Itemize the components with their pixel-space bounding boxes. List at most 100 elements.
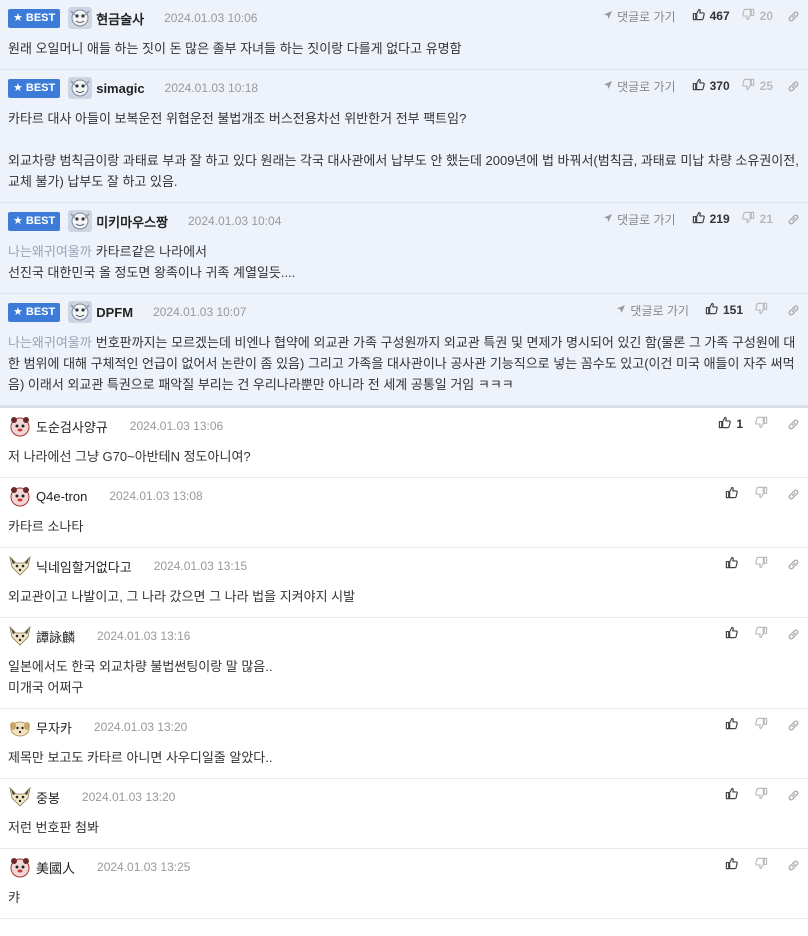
go-to-comment-label: 댓글로 가기 [617, 212, 676, 227]
thumbs-down-icon [755, 556, 773, 572]
like-button[interactable]: 370 [692, 78, 730, 94]
comment-date: 2024.01.03 13:16 [97, 629, 191, 643]
go-to-comment-link[interactable]: 댓글로 가기 [603, 78, 676, 95]
send-arrow-icon [603, 9, 617, 23]
comment-body: 저런 번호판 첨봐 [8, 817, 800, 838]
dislike-button[interactable] [755, 857, 773, 873]
dislike-button[interactable] [755, 486, 773, 502]
like-count: 151 [722, 303, 743, 317]
best-badge-label: BEST [25, 215, 56, 227]
avatar[interactable] [68, 7, 93, 29]
link-icon[interactable] [787, 859, 800, 872]
comment: 美國人 2024.01.03 13:25 캬 [0, 849, 808, 919]
link-icon[interactable] [787, 558, 800, 571]
comment: 무자카 2024.01.03 13:20 제목만 보고도 카타르 아니면 사우디일줄… [0, 709, 808, 779]
comment-text-line: 저런 번호판 첨봐 [8, 817, 800, 838]
dislike-button[interactable] [755, 302, 773, 318]
author-nickname[interactable]: 닉네임할거없다고 [36, 557, 132, 576]
comment-body: 저 나라에선 그냥 G70~아반테N 정도아니여? [8, 446, 800, 467]
author-nickname[interactable]: simagic [96, 81, 144, 96]
comment-date: 2024.01.03 10:07 [153, 305, 247, 319]
link-icon[interactable] [787, 789, 800, 802]
author-nickname[interactable]: 譚詠麟 [36, 627, 75, 646]
dislike-button[interactable]: 21 [741, 211, 773, 227]
like-button[interactable] [725, 626, 743, 642]
avatar[interactable] [8, 716, 32, 738]
go-to-comment-link[interactable]: 댓글로 가기 [603, 8, 676, 25]
link-icon[interactable] [787, 628, 800, 641]
link-icon[interactable] [787, 488, 800, 501]
thumbs-down-icon [755, 416, 773, 432]
dislike-button[interactable]: 25 [741, 78, 773, 94]
comment-body: 원래 오일머니 애들 하는 짓이 돈 많은 졸부 자녀들 하는 짓이랑 다를게 … [8, 38, 800, 59]
author-nickname[interactable]: 미키마우스짱 [96, 212, 168, 231]
comment-text-line: 제목만 보고도 카타르 아니면 사우디일줄 알았다.. [8, 747, 800, 768]
author-nickname[interactable]: 중봉 [36, 788, 60, 807]
avatar[interactable] [68, 210, 93, 232]
dislike-button[interactable] [755, 626, 773, 642]
dislike-button[interactable] [755, 556, 773, 572]
dislike-button[interactable]: 20 [741, 8, 773, 24]
like-count: 467 [709, 9, 730, 23]
like-count: 219 [709, 212, 730, 226]
avatar[interactable] [68, 301, 93, 323]
like-button[interactable] [725, 717, 743, 733]
comment-date: 2024.01.03 13:15 [153, 559, 248, 573]
go-to-comment-link[interactable]: 댓글로 가기 [603, 211, 676, 228]
comment-actions [725, 625, 800, 643]
like-button[interactable] [725, 857, 743, 873]
author-nickname[interactable]: 도순검사양규 [36, 417, 108, 436]
go-to-comment-label: 댓글로 가기 [617, 9, 676, 24]
comment-header: 美國人 2024.01.03 13:25 [8, 856, 800, 878]
avatar[interactable] [8, 485, 32, 507]
link-icon[interactable] [787, 80, 800, 93]
comment-date: 2024.01.03 10:04 [187, 214, 282, 228]
dislike-button[interactable] [755, 717, 773, 733]
link-icon[interactable] [787, 719, 800, 732]
comment-body: 제목만 보고도 카타르 아니면 사우디일줄 알았다.. [8, 747, 800, 768]
comment-text: 일본에서도 한국 외교차량 불법썬팅이랑 말 많음.. [8, 659, 273, 674]
comment: 중봉 2024.01.03 13:20 저런 번호판 첨봐 [0, 779, 808, 849]
thumbs-down-icon [755, 787, 773, 803]
link-icon[interactable] [787, 213, 800, 226]
like-button[interactable]: 219 [692, 211, 730, 227]
link-icon[interactable] [787, 10, 800, 23]
author-nickname[interactable]: DPFM [96, 305, 133, 320]
author-nickname[interactable]: 美國人 [36, 858, 75, 877]
dislike-button[interactable] [755, 787, 773, 803]
like-button[interactable]: 1 [718, 416, 743, 432]
comment-body: 일본에서도 한국 외교차량 불법썬팅이랑 말 많음.. 미개국 어쩌구 [8, 656, 800, 698]
best-badge-label: BEST [25, 12, 56, 24]
dislike-count: 25 [759, 79, 773, 93]
like-button[interactable] [725, 486, 743, 502]
avatar[interactable] [8, 625, 32, 647]
like-button[interactable] [725, 556, 743, 572]
link-icon[interactable] [787, 304, 800, 317]
avatar[interactable] [8, 555, 32, 577]
comment-text-line: 카타르 대사 아들이 보복운전 위협운전 불법개조 버스전용차선 위반한거 전부… [8, 108, 800, 129]
comment-date: 2024.01.03 13:25 [97, 860, 191, 874]
thumbs-up-icon [692, 8, 710, 24]
comment-body: 캬 [8, 887, 800, 908]
best-comment: ★ BEST 현금술사 2024.01.03 10:06 댓글로 가기 467 20 원래 오… [0, 0, 808, 70]
thumbs-down-icon [741, 8, 760, 24]
author-nickname[interactable]: 현금술사 [96, 9, 144, 28]
dislike-count: 20 [759, 9, 773, 23]
like-button[interactable] [725, 787, 743, 803]
reply-mention[interactable]: 나는왜귀여울까 [8, 335, 92, 350]
avatar[interactable] [68, 77, 93, 99]
author-nickname[interactable]: Q4e-tron [36, 489, 87, 504]
dislike-count: 21 [759, 212, 773, 226]
avatar[interactable] [8, 786, 32, 808]
avatar[interactable] [8, 856, 32, 878]
like-button[interactable]: 151 [705, 302, 743, 318]
go-to-comment-link[interactable]: 댓글로 가기 [616, 302, 689, 319]
like-button[interactable]: 467 [692, 8, 730, 24]
author-nickname[interactable]: 무자카 [36, 718, 72, 737]
thumbs-down-icon [741, 78, 760, 94]
reply-mention[interactable]: 나는왜귀여울까 [8, 244, 92, 259]
thumbs-up-icon [725, 857, 743, 873]
avatar[interactable] [8, 415, 32, 437]
link-icon[interactable] [787, 418, 800, 431]
dislike-button[interactable] [755, 416, 773, 432]
